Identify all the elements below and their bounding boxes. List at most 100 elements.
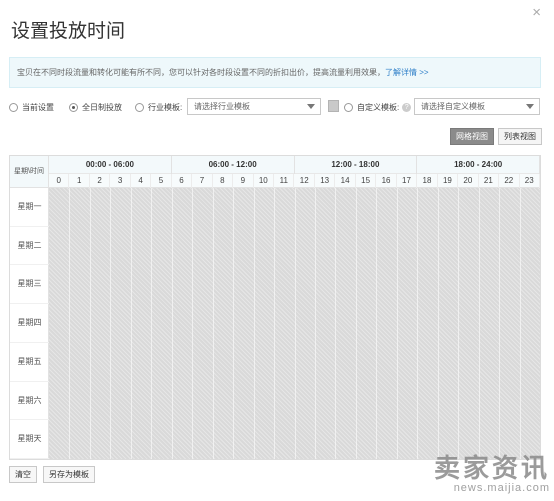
hour-label[interactable]: 7 [192,174,213,188]
list-view-button[interactable]: 列表视图 [498,128,542,145]
help-icon[interactable]: ? [402,102,412,112]
radio-all-day[interactable] [69,102,78,112]
grid-column-divider [478,188,480,459]
grid-view-button[interactable]: 网格视图 [450,128,494,145]
grid-column-divider [417,188,419,459]
hour-label[interactable]: 11 [274,174,295,188]
weekday-label[interactable]: 星期五 [10,343,49,382]
hour-label[interactable]: 14 [335,174,356,188]
hour-label[interactable]: 10 [254,174,275,188]
dialog-footer: 清空 另存为模板 [9,466,95,483]
option-current-label: 当前设置 [22,102,54,112]
option-all-day-label: 全日制投放 [82,102,122,112]
grid-column-divider [376,188,378,459]
grid-column-divider [130,188,132,459]
hour-label[interactable]: 22 [499,174,520,188]
radio-industry[interactable] [135,102,144,112]
dialog-title: 设置投放时间 [11,21,126,42]
hour-label[interactable]: 5 [151,174,172,188]
option-custom-label: 自定义模板: [357,102,400,112]
grid-column-divider [396,188,398,459]
hour-header: 0 1 2 3 4 5 6 7 8 9 10 11 12 13 14 15 16 17 18 19 20 21 22 23 [49,174,540,188]
save-as-template-button[interactable]: 另存为模板 [43,466,95,483]
time-range-header: 00:00 - 06:00 06:00 - 12:00 12:00 - 18:00 1… [49,156,540,174]
weekday-label[interactable]: 星期一 [10,188,49,227]
grid-column-divider [110,188,112,459]
time-range-label[interactable]: 18:00 - 24:00 [417,156,540,174]
weekday-label[interactable]: 星期二 [10,227,49,266]
weekday-label[interactable]: 星期四 [10,304,49,343]
schedule-grid: 星期\时间 00:00 - 06:00 06:00 - 12:00 12:00 - … [9,155,541,460]
grid-column-divider [458,188,460,459]
hour-label[interactable]: 21 [479,174,500,188]
custom-template-select[interactable]: 请选择自定义模板 [414,98,540,115]
grid-column-divider [437,188,439,459]
radio-current[interactable] [9,102,18,112]
view-switcher: 网格视图 列表视图 [450,128,542,145]
grid-column-divider [274,188,276,459]
grid-column-divider [519,188,521,459]
hour-label[interactable]: 4 [131,174,152,188]
hour-label[interactable]: 12 [295,174,315,188]
time-setting-dialog: 设置投放时间 × 宝贝在不同时段流量和转化可能有所不同，您可以针对各时段设置不同… [0,0,554,501]
hour-label[interactable]: 19 [438,174,459,188]
option-industry-label: 行业模板: [148,102,183,112]
grid-column-divider [171,188,173,459]
template-preview-icon[interactable] [328,100,339,112]
weekday-label[interactable]: 星期三 [10,265,49,305]
grid-column-divider [253,188,255,459]
grid-column-divider [233,188,235,459]
schedule-options: 当前设置 全日制投放 行业模板: 请选择行业模板 自定义模板: ? 请选择自定义… [9,98,549,116]
hour-label[interactable]: 0 [49,174,70,188]
option-industry[interactable]: 行业模板: [135,98,182,116]
learn-more-link[interactable]: 了解详情 >> [385,68,429,77]
hour-label[interactable]: 23 [520,174,540,188]
grid-column-divider [335,188,337,459]
hour-label[interactable]: 1 [69,174,90,188]
schedule-cells[interactable] [49,188,540,459]
hour-label[interactable]: 2 [90,174,111,188]
watermark-main: 卖家资讯 [433,453,550,483]
hour-label[interactable]: 9 [233,174,254,188]
grid-column-divider [294,188,296,459]
time-range-label[interactable]: 00:00 - 06:00 [49,156,172,174]
tip-text: 宝贝在不同时段流量和转化可能有所不同，您可以针对各时段设置不同的折扣出价，提高流… [17,68,385,77]
hour-label[interactable]: 18 [417,174,438,188]
hour-label[interactable]: 16 [376,174,397,188]
chevron-down-icon [526,104,534,109]
custom-template-value: 请选择自定义模板 [421,102,485,111]
weekday-label[interactable]: 星期天 [10,420,49,459]
close-icon[interactable]: × [532,5,541,20]
weekday-column: 星期一 星期二 星期三 星期四 星期五 星期六 星期天 [10,188,49,459]
grid-column-divider [314,188,316,459]
grid-column-divider [69,188,71,459]
option-custom[interactable]: 自定义模板: ? [344,98,412,116]
hour-label[interactable]: 6 [172,174,193,188]
watermark-sub: news.maijia.com [453,482,550,494]
grid-corner-label: 星期\时间 [10,156,49,188]
time-range-label[interactable]: 06:00 - 12:00 [172,156,295,174]
radio-custom[interactable] [344,102,353,112]
hour-label[interactable]: 17 [397,174,418,188]
info-tip: 宝贝在不同时段流量和转化可能有所不同，您可以针对各时段设置不同的折扣出价，提高流… [9,57,541,88]
hour-label[interactable]: 13 [315,174,336,188]
option-all-day[interactable]: 全日制投放 [69,98,122,116]
grid-column-divider [355,188,357,459]
industry-template-value: 请选择行业模板 [194,102,250,111]
hour-label[interactable]: 20 [458,174,479,188]
hour-label[interactable]: 8 [213,174,234,188]
grid-column-divider [499,188,501,459]
option-current[interactable]: 当前设置 [9,98,54,116]
chevron-down-icon [307,104,315,109]
weekday-label[interactable]: 星期六 [10,382,49,421]
industry-template-select[interactable]: 请选择行业模板 [187,98,321,115]
grid-column-divider [192,188,194,459]
grid-column-divider [212,188,214,459]
site-watermark: 卖家资讯 news.maijia.com [398,454,550,498]
hour-label[interactable]: 15 [356,174,377,188]
time-range-label[interactable]: 12:00 - 18:00 [295,156,418,174]
grid-column-divider [151,188,153,459]
grid-column-divider [89,188,91,459]
clear-button[interactable]: 清空 [9,466,37,483]
hour-label[interactable]: 3 [110,174,131,188]
